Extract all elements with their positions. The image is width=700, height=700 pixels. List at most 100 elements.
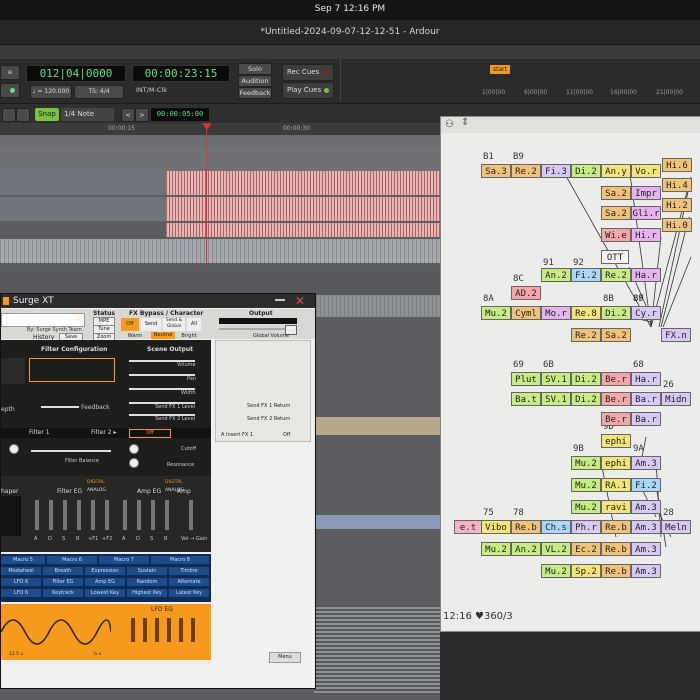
macro-6-button[interactable]: Macro 6 bbox=[47, 556, 97, 564]
filter-digital-toggle[interactable]: DIGITAL bbox=[87, 480, 105, 485]
amp-analog-toggle[interactable]: ANALOG bbox=[165, 488, 184, 493]
mini-timeline[interactable]: 1|00|00 6|00|00 11|00|00 16|00|00 21|00|… bbox=[480, 89, 700, 99]
mod-source-button[interactable]: Amp EG bbox=[85, 578, 125, 586]
start-marker[interactable]: start bbox=[490, 65, 510, 74]
patch-node[interactable]: Di.2 bbox=[571, 392, 601, 406]
mod-source-button[interactable]: Highest Key bbox=[127, 589, 167, 597]
bypass-all-button[interactable]: All bbox=[187, 318, 201, 331]
transport-led-button[interactable] bbox=[0, 83, 20, 98]
filter-sustain-fader[interactable] bbox=[63, 500, 67, 530]
audio-region[interactable] bbox=[166, 171, 440, 195]
vel-gain-fader[interactable] bbox=[189, 500, 193, 530]
patch-node[interactable]: ephi bbox=[601, 434, 631, 448]
patch-node[interactable]: Hi.2 bbox=[662, 198, 692, 212]
patch-node[interactable]: Fi.2 bbox=[571, 268, 601, 282]
clock-datetime[interactable]: Sep 7 12:16 PM bbox=[0, 4, 700, 14]
patch-node[interactable]: Cyml bbox=[511, 306, 541, 320]
sync-source[interactable]: INT/M-Clk bbox=[136, 86, 167, 94]
insert-fx-label[interactable]: A Insert FX 1 bbox=[221, 432, 253, 438]
cutoff-knob[interactable] bbox=[9, 444, 19, 454]
macro-7-button[interactable]: Macro 7 bbox=[99, 556, 149, 564]
window-titlebar[interactable]: *Untitled-2024-09-07-12-12-51 - Ardour bbox=[0, 20, 700, 45]
patch-node[interactable]: An.y bbox=[601, 164, 631, 178]
patch-node[interactable]: RA.1 bbox=[601, 478, 631, 492]
patch-node[interactable]: ephi bbox=[601, 456, 631, 470]
menu-button[interactable]: Menu bbox=[269, 652, 301, 663]
patch-node[interactable]: FX.n bbox=[661, 328, 691, 342]
patch-node[interactable]: VL.2 bbox=[541, 542, 571, 556]
mod-source-button[interactable]: Expression bbox=[85, 567, 125, 575]
audio-region[interactable] bbox=[166, 197, 440, 221]
filter-balance-slider[interactable] bbox=[31, 450, 111, 452]
patch-node[interactable]: SV.1 bbox=[541, 372, 571, 386]
record-mode-dropdown[interactable]: e bbox=[0, 65, 20, 80]
patch-node[interactable]: OTT bbox=[601, 250, 629, 264]
patch-node[interactable]: Meln bbox=[661, 520, 691, 534]
patch-node[interactable]: Sa.2 bbox=[601, 206, 631, 220]
midi-region[interactable] bbox=[314, 515, 440, 529]
filter1-label[interactable]: Filter 1 bbox=[29, 429, 50, 436]
patch-node[interactable]: Re.2 bbox=[601, 268, 631, 282]
patch-node[interactable]: Ch.s bbox=[541, 520, 571, 534]
filter-routing-diagram[interactable] bbox=[29, 358, 115, 382]
patch-node[interactable]: ravi bbox=[601, 500, 631, 514]
tool-grab-icon[interactable] bbox=[2, 108, 16, 122]
patch-node[interactable]: Ha.r bbox=[631, 268, 661, 282]
patch-node[interactable]: Ec.2 bbox=[571, 542, 601, 556]
surge-titlebar[interactable]: Surge XT ✕ bbox=[1, 294, 315, 308]
patch-node[interactable]: Sa.2 bbox=[601, 328, 631, 342]
bypass-send-global-button[interactable]: Send & Global bbox=[163, 318, 185, 331]
patch-node[interactable]: Ph.r bbox=[571, 520, 601, 534]
insert-fx-value[interactable]: Off bbox=[283, 432, 290, 438]
patch-node[interactable]: Be.r bbox=[601, 372, 631, 386]
filter-f2-fader[interactable] bbox=[105, 500, 109, 530]
minimize-icon[interactable] bbox=[275, 299, 285, 301]
patch-node[interactable]: Re.b bbox=[601, 520, 631, 534]
mod-source-button[interactable]: Filter EG bbox=[43, 578, 83, 586]
patch-node[interactable]: Plut bbox=[511, 372, 541, 386]
mod-source-button[interactable]: Random bbox=[127, 578, 167, 586]
amp-sustain-fader[interactable] bbox=[151, 500, 155, 530]
patch-node[interactable]: AD.2 bbox=[511, 286, 541, 300]
patch-node[interactable]: Fi.2 bbox=[631, 478, 661, 492]
patch-node[interactable]: Mu.2 bbox=[481, 306, 511, 320]
bbt-clock[interactable]: 012|04|0000 bbox=[26, 65, 126, 82]
patch-node[interactable]: Mu.2 bbox=[571, 500, 601, 514]
filter2-label[interactable]: Filter 2 ▸ bbox=[91, 429, 117, 436]
fx-routing-panel[interactable] bbox=[215, 340, 311, 442]
mod-source-button[interactable]: Alternate bbox=[169, 578, 209, 586]
mod-source-button[interactable]: Latest Key bbox=[169, 589, 209, 597]
solo-button[interactable]: Solo bbox=[238, 63, 272, 75]
meter-display[interactable]: TS: 4/4 bbox=[74, 85, 124, 99]
nudge-back-icon[interactable]: < bbox=[121, 108, 135, 122]
patch-node[interactable]: Re.8 bbox=[571, 306, 601, 320]
mod-source-button[interactable]: Modwheel bbox=[1, 567, 41, 575]
patch-node[interactable]: Ba.r bbox=[631, 412, 661, 426]
midi-region[interactable] bbox=[0, 239, 440, 263]
osc-mini-display[interactable] bbox=[1, 358, 25, 384]
filter-f1-fader[interactable] bbox=[91, 500, 95, 530]
lfo-waveform-display[interactable] bbox=[1, 610, 111, 654]
mod-source-button[interactable]: Timbre bbox=[169, 567, 209, 575]
patch-node[interactable]: Am.3 bbox=[631, 500, 661, 514]
patch-node[interactable]: Re.2 bbox=[511, 164, 541, 178]
resonance-knob[interactable] bbox=[129, 458, 139, 468]
nudge-forward-icon[interactable]: > bbox=[135, 108, 149, 122]
patch-node[interactable]: Di.2 bbox=[601, 306, 631, 320]
macro-8-button[interactable]: Macro 8 bbox=[151, 556, 209, 564]
lfo-eg-fader[interactable] bbox=[131, 618, 135, 642]
playhead-marker-icon[interactable] bbox=[202, 123, 212, 130]
patch-node[interactable]: Impr bbox=[631, 186, 661, 200]
patch-node[interactable]: SV.1 bbox=[541, 392, 571, 406]
play-cues-button[interactable]: Play Cues bbox=[282, 82, 334, 99]
patch-node[interactable]: Am.3 bbox=[631, 542, 661, 556]
patch-node[interactable]: Hi.r bbox=[631, 228, 661, 242]
patch-node[interactable]: Ha.r bbox=[631, 372, 661, 386]
patch-node[interactable]: Re.b bbox=[601, 542, 631, 556]
character-neutral[interactable]: Neutral bbox=[151, 332, 175, 339]
rec-cues-button[interactable]: Rec Cues bbox=[282, 64, 334, 81]
waveshaper-display[interactable] bbox=[1, 496, 21, 536]
patch-node[interactable]: Mu.2 bbox=[571, 456, 601, 470]
lfo-eg-fader[interactable] bbox=[155, 618, 159, 642]
patch-node[interactable]: Re.b bbox=[511, 520, 541, 534]
